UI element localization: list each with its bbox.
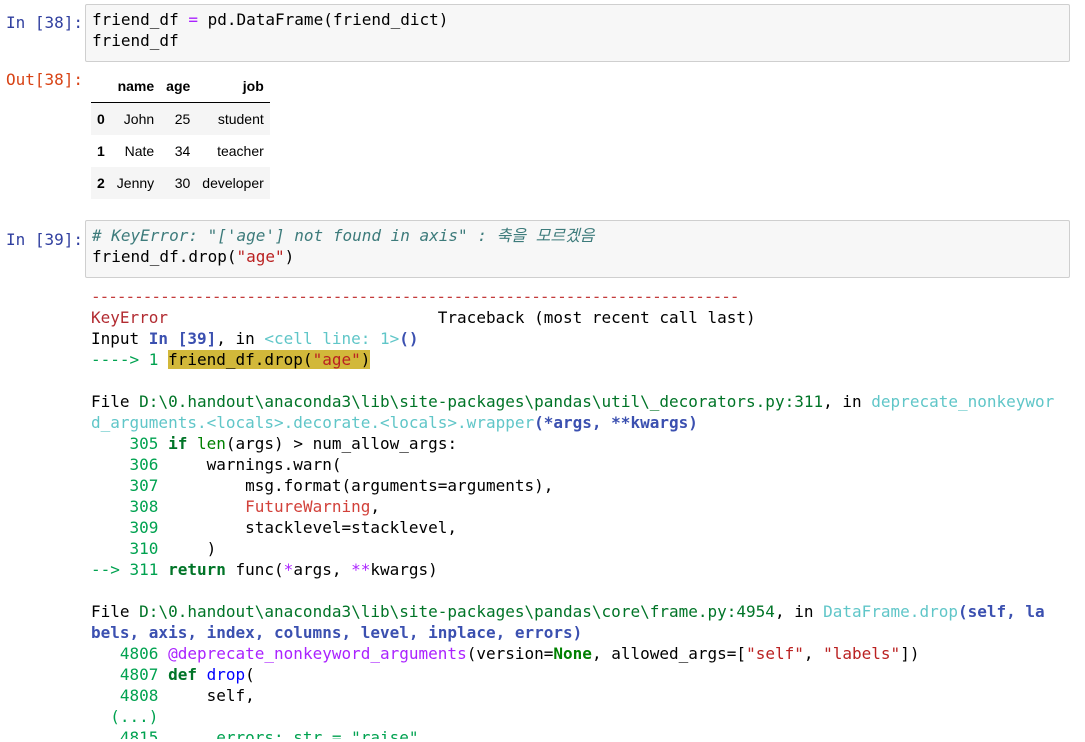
frame2-args-line: bels, axis, index, columns, level, inpla…	[91, 623, 583, 642]
highlighted-code: friend_df.drop("age")	[168, 350, 371, 369]
cell-age: 25	[174, 111, 191, 127]
source-line: 4807 def drop(	[119, 665, 255, 684]
code-line: friend_df = pd.DataFrame(friend_dict)	[92, 10, 449, 29]
frame1-path: D:\0.handout\anaconda3\lib\site-packages…	[139, 392, 824, 411]
table-row: 1 Nate 34 teacher	[91, 135, 270, 167]
frame2-path: D:\0.handout\anaconda3\lib\site-packages…	[139, 602, 775, 621]
code-line: friend_df	[92, 31, 179, 50]
traceback-header: KeyError Traceback (most recent call las…	[91, 307, 1071, 328]
source-line-cut: 4815 errors: str = "raise",	[119, 728, 429, 739]
table-row: 0 John 25 student	[91, 102, 270, 135]
source-line: 310 )	[129, 539, 217, 558]
source-line: 4808 self,	[119, 686, 255, 705]
frame2-func: DataFrame.drop	[823, 602, 958, 621]
dataframe-table: name age job 0 John 25 student 1 Nate 34…	[91, 70, 270, 199]
row-index: 0	[97, 111, 105, 127]
source-line: 4806 @deprecate_nonkeyword_arguments(ver…	[119, 644, 920, 663]
traceback-title: Traceback (most recent call last)	[437, 308, 756, 327]
frame1-file-line: File D:\0.handout\anaconda3\lib\site-pac…	[91, 392, 1055, 411]
frame1-func: deprecate_nonkeywor	[871, 392, 1055, 411]
cell-job: developer	[202, 175, 264, 191]
column-header: name	[110, 70, 161, 103]
code-line: friend_df.drop("age")	[92, 247, 295, 266]
frame1-arrow-line: --> 311 return func(*args, **kwargs)	[91, 560, 438, 579]
column-header: age	[160, 70, 197, 103]
source-line: 307 msg.format(arguments=arguments),	[129, 476, 554, 495]
cell-job: student	[217, 111, 264, 127]
table-row: 2 Jenny 30 developer	[91, 167, 270, 199]
table-header-row: name age job	[91, 70, 270, 103]
cell-job: teacher	[217, 143, 264, 159]
traceback-output: ----------------------------------------…	[91, 286, 1071, 739]
traceback-input-line: Input In [39], in <cell line: 1>()	[91, 329, 419, 348]
row-index: 1	[97, 143, 105, 159]
input-ref: In [39]	[148, 329, 217, 348]
error-name: KeyError	[91, 308, 169, 327]
code-cell-38[interactable]: friend_df = pd.DataFrame(friend_dict) fr…	[85, 4, 1070, 62]
input-prompt-38: In [38]:	[6, 13, 84, 32]
frame1-func-line: d_arguments.<locals>.decorate.<locals>.w…	[91, 413, 698, 432]
ellipsis-line: (...)	[110, 707, 159, 726]
frame2-file-line: File D:\0.handout\anaconda3\lib\site-pac…	[91, 602, 1045, 621]
cell-name: Jenny	[116, 175, 155, 191]
source-line: 306 warnings.warn(	[129, 455, 342, 474]
cell-age: 30	[174, 175, 191, 191]
source-line: 308 FutureWarning,	[129, 497, 381, 516]
code-comment: # KeyError: "['age'] not found in axis" …	[92, 226, 595, 245]
cell-name: Nate	[124, 143, 155, 159]
input-prompt-39: In [39]:	[6, 230, 84, 249]
traceback-arrow-line: ----> 1 friend_df.drop("age")	[91, 350, 371, 369]
cell-line-ref: <cell line: 1>	[264, 329, 400, 348]
source-line: 309 stacklevel=stacklevel,	[129, 518, 458, 537]
row-index: 2	[97, 175, 105, 191]
source-line: 305 if len(args) > num_allow_args:	[129, 434, 458, 453]
code-cell-39[interactable]: # KeyError: "['age'] not found in axis" …	[85, 220, 1070, 278]
cell-name: John	[123, 111, 155, 127]
output-prompt-38: Out[38]:	[6, 70, 84, 89]
index-header	[91, 70, 111, 103]
traceback-separator: ----------------------------------------…	[91, 287, 739, 306]
cell-age: 34	[174, 143, 191, 159]
column-header: job	[196, 70, 270, 103]
